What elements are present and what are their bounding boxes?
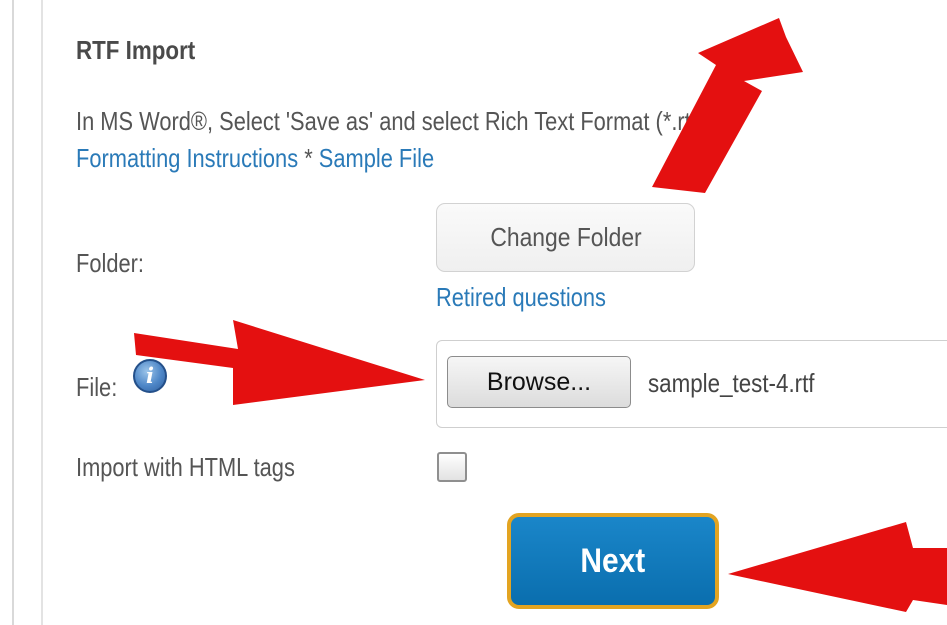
annotation-arrows: [134, 18, 947, 612]
arrow-to-next: [728, 522, 947, 612]
rtf-import-page: RTF Import In MS Word®, Select 'Save as'…: [0, 0, 947, 625]
arrow-to-change-folder: [652, 18, 803, 193]
arrow-to-browse: [134, 320, 425, 405]
